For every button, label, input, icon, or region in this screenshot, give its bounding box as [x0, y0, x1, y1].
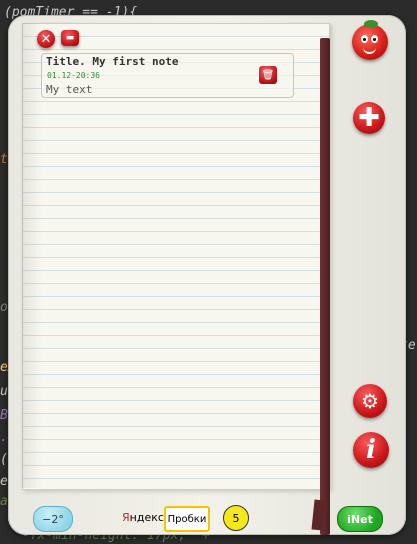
- info-icon: i: [366, 435, 376, 465]
- traffic-label[interactable]: Пробки: [164, 506, 210, 532]
- info-button[interactable]: i: [353, 432, 389, 468]
- note-title: Title. My first note: [46, 55, 179, 68]
- note-body: My text: [46, 83, 93, 96]
- internet-button[interactable]: iNet: [337, 506, 383, 532]
- yandex-logo-text: ндекс: [129, 511, 164, 524]
- internet-label: iNet: [347, 512, 373, 526]
- tomato-eye-right: [371, 35, 378, 43]
- tomato-eye-left: [361, 35, 368, 43]
- tomato-mouth: [363, 46, 376, 54]
- minimize-button[interactable]: ▬: [61, 30, 79, 46]
- plus-icon: ✚: [358, 103, 380, 133]
- note-timestamp: 01.12-20:36: [47, 71, 100, 80]
- gear-icon: ⚙: [361, 389, 379, 413]
- tomato-leaf: [364, 20, 378, 28]
- traffic-score-badge[interactable]: 5: [223, 505, 249, 531]
- settings-button[interactable]: ⚙: [353, 384, 387, 418]
- minimize-icon: ▬: [65, 33, 75, 43]
- add-note-button[interactable]: ✚: [353, 102, 385, 134]
- delete-note-button[interactable]: 🗑: [259, 66, 277, 84]
- close-icon: ✕: [40, 31, 52, 47]
- traffic-score-value: 5: [232, 511, 240, 525]
- trash-icon: 🗑: [261, 69, 275, 81]
- temperature-value: −2°: [42, 512, 64, 526]
- page-shadow: [22, 23, 42, 488]
- yandex-logo: Яндекс: [122, 511, 164, 524]
- tomato-logo-icon[interactable]: [352, 20, 388, 60]
- yandex-logo-letter: Я: [122, 511, 130, 524]
- elastic-band: [320, 38, 330, 535]
- weather-temperature-button[interactable]: −2°: [33, 506, 73, 532]
- bottom-bar: −2° Яндекс Пробки 5 iNet: [26, 504, 386, 534]
- traffic-label-text: Пробки: [167, 513, 207, 525]
- close-button[interactable]: ✕: [37, 30, 55, 48]
- note-card[interactable]: Title. My first note 01.12-20:36 My text…: [41, 53, 294, 98]
